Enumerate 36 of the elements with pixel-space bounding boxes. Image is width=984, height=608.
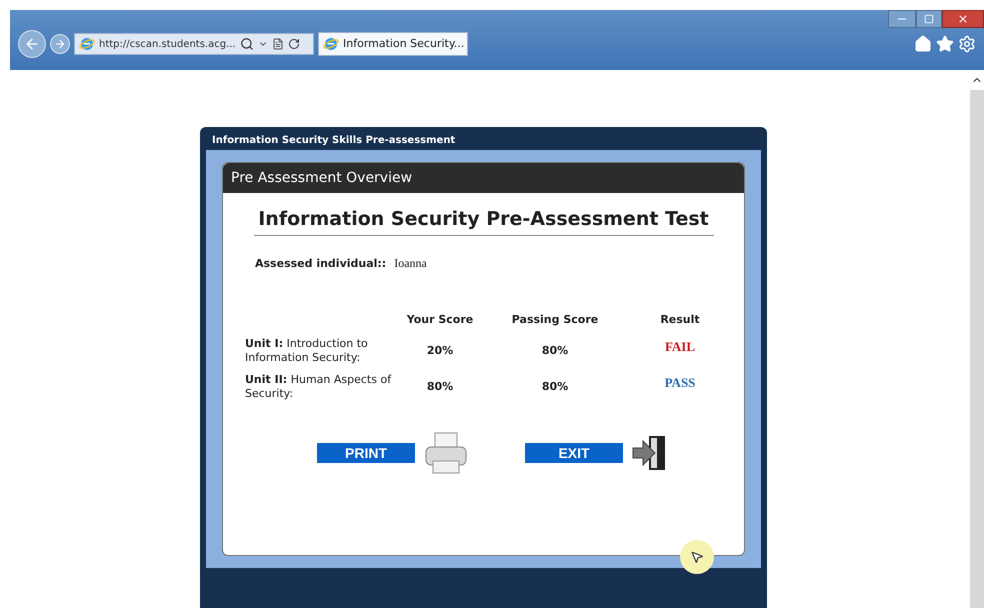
test-heading: Information Security Pre-Assessment Test [254, 205, 714, 236]
column-header: Your Score [406, 312, 474, 328]
unit-label: Unit II: Human Aspects of Security: [245, 372, 392, 400]
browser-logo-icon [79, 36, 95, 52]
back-button[interactable] [18, 30, 46, 58]
forward-arrow-icon [54, 38, 66, 50]
app-title: Information Security Skills Pre-assessment [211, 134, 456, 148]
result-label: PASS [664, 374, 696, 392]
result-label: FAIL [664, 338, 696, 356]
your-score: 20% [426, 342, 454, 358]
search-icon[interactable] [240, 37, 254, 51]
browser-logo-icon [323, 36, 339, 52]
printer-icon[interactable] [423, 430, 469, 474]
exit-button[interactable]: EXIT [525, 442, 623, 462]
close-icon [957, 13, 969, 25]
close-button[interactable] [942, 10, 984, 28]
assessed-label: Assessed individual:: [255, 256, 386, 272]
passing-score: 80% [540, 342, 570, 358]
address-bar[interactable]: http://cscan.students.acg... [74, 33, 314, 55]
passing-score: 80% [540, 378, 570, 394]
exit-door-icon[interactable] [631, 434, 667, 472]
forward-button[interactable] [50, 34, 70, 54]
favorites-icon[interactable] [936, 35, 954, 53]
browser-tab[interactable]: Information Security... [318, 32, 468, 56]
column-header: Result [659, 312, 701, 328]
home-icon[interactable] [914, 35, 932, 53]
settings-icon[interactable] [958, 35, 976, 53]
maximize-icon [924, 14, 934, 24]
assessed-name: Ioanna [394, 254, 427, 272]
your-score: 80% [426, 378, 454, 394]
unit-label: Unit I: Introduction to Information Security: [245, 336, 369, 364]
refresh-icon[interactable] [288, 38, 300, 50]
section-title: Pre Assessment Overview [223, 163, 744, 193]
print-button[interactable]: PRINT [317, 442, 415, 462]
maximize-button[interactable] [916, 10, 942, 28]
column-header: Passing Score [510, 312, 600, 328]
